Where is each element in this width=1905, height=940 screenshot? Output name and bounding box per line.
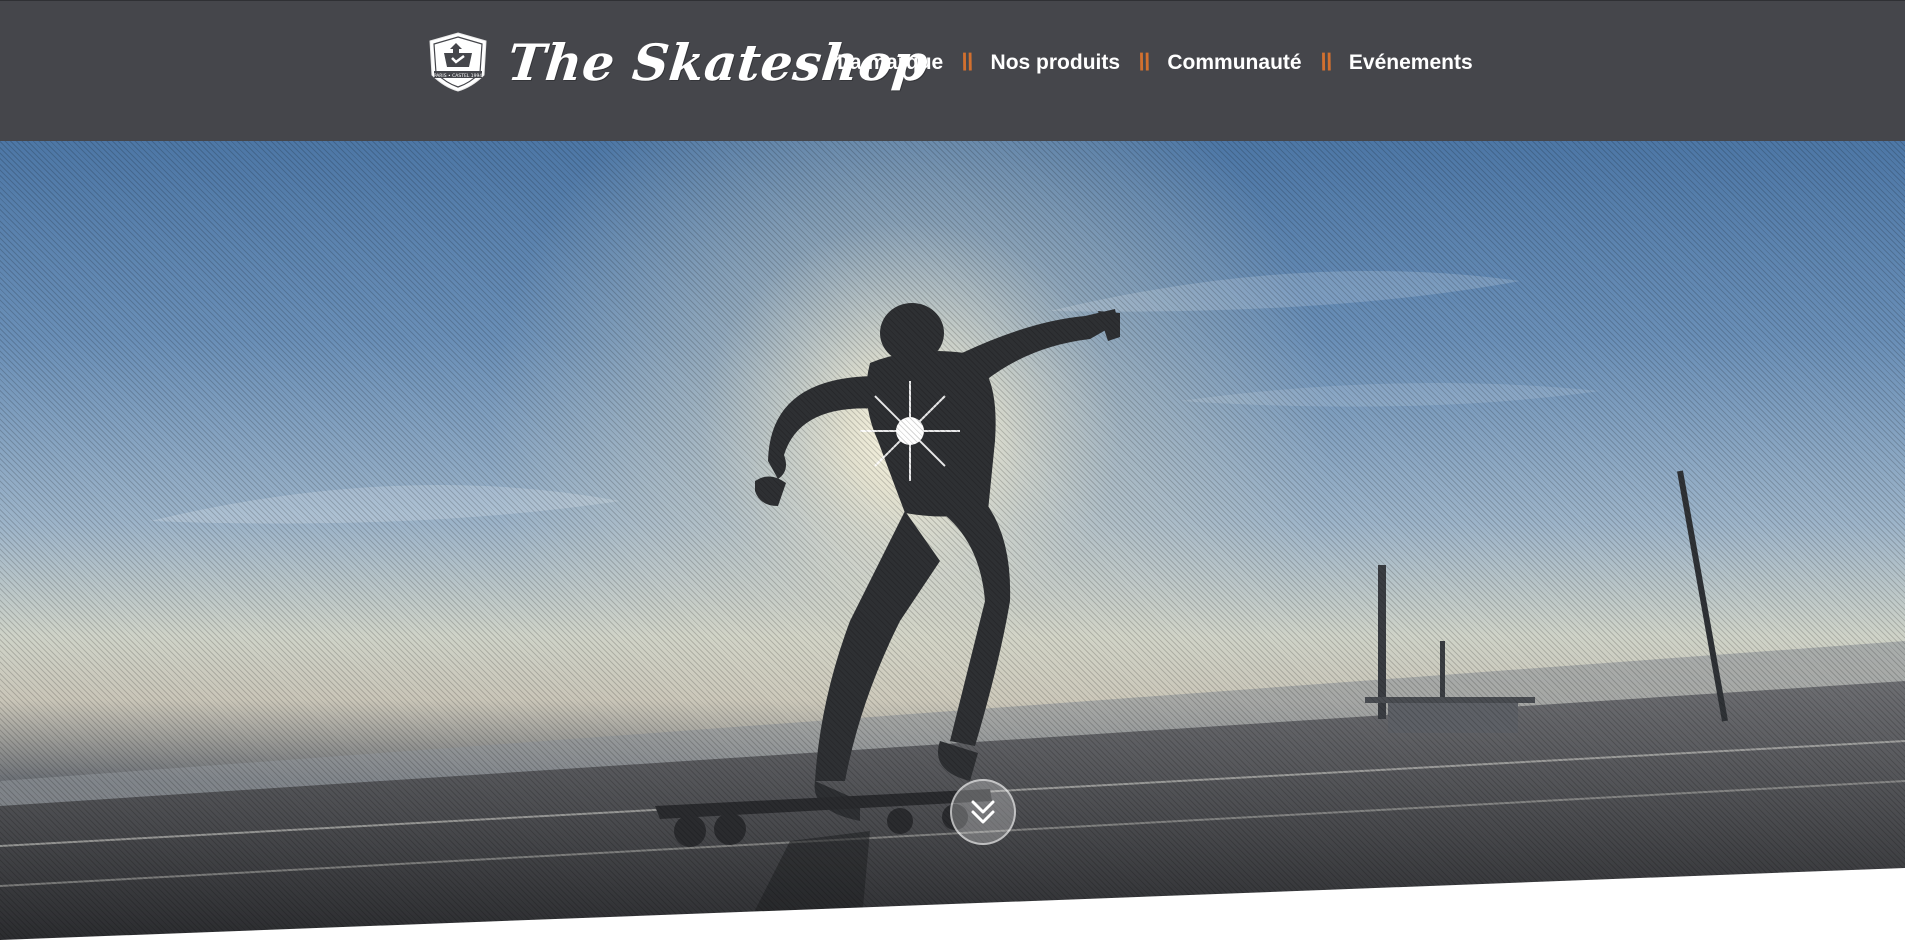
skateshop-shield-logo-icon: PARIS • CASTEL 1994 [429,32,487,92]
nav-separator: \\ [1317,49,1334,76]
svg-text:PARIS • CASTEL 1994: PARIS • CASTEL 1994 [434,73,483,79]
scroll-down-button[interactable] [950,779,1016,845]
nav-item-nos-produits[interactable]: Nos produits [991,51,1121,75]
main-nav: La marque \\ Nos produits \\ Communauté … [837,43,1473,83]
nav-separator: \\ [1135,49,1152,76]
nav-item-communaute[interactable]: Communauté [1167,51,1301,75]
hero-banner [0,141,1905,940]
chevron-double-down-icon [971,800,995,824]
nav-separator: \\ [958,49,976,76]
site-header: PARIS • CASTEL 1994 The Skateshop La mar… [0,0,1905,141]
nav-item-la-marque[interactable]: La marque [837,51,943,75]
nav-item-evenements[interactable]: Evénements [1349,51,1473,75]
